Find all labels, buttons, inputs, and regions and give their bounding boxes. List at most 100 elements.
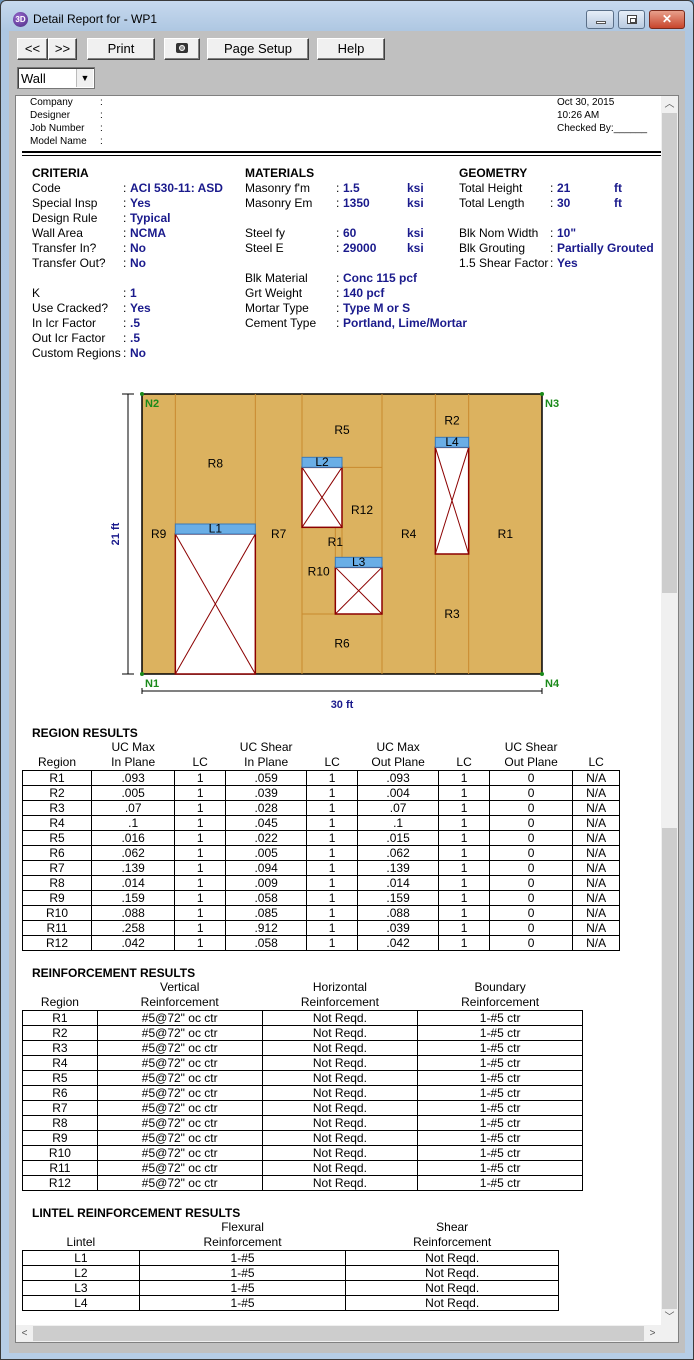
table-cell: #5@72" oc ctr (96, 1085, 263, 1101)
chevron-up-icon[interactable]: ︿ (661, 96, 678, 113)
dropdown-arrow-icon[interactable]: ▼ (76, 69, 93, 87)
table-cell: 0 (488, 800, 574, 816)
table-cell: #5@72" oc ctr (96, 1145, 263, 1161)
chevron-right-icon[interactable]: > (644, 1325, 661, 1342)
chevron-left-icon[interactable]: < (16, 1325, 33, 1342)
print-button[interactable]: Print (87, 38, 155, 60)
region-result-row: R7.139 1.094 1.139 1 0 N/A (21, 860, 620, 876)
vertical-scrollbar[interactable]: ︿ ﹀ (661, 96, 678, 1326)
table-cell: #5@72" oc ctr (96, 1040, 263, 1056)
table-cell: 1-#5 ctr (417, 1010, 583, 1026)
table-cell: 1 (306, 935, 358, 951)
table-cell: R3 (22, 1040, 98, 1056)
table-cell: R2 (22, 1025, 98, 1041)
table-cell: 1 (306, 785, 358, 801)
table-cell: #5@72" oc ctr (96, 1025, 263, 1041)
table-cell: N/A (572, 905, 620, 921)
column-header-top (175, 740, 226, 755)
table-cell: Not Reqd. (261, 1085, 419, 1101)
column-header: Lintel (66, 1235, 96, 1249)
vertical-scroll-track-lower[interactable] (662, 828, 677, 1309)
table-cell: .139 (91, 860, 176, 876)
table-cell: 1 (306, 860, 358, 876)
horizontal-scroll-thumb[interactable] (33, 1326, 644, 1341)
column-header: In Plane (244, 755, 289, 769)
table-cell: #5@72" oc ctr (96, 1010, 263, 1026)
table-cell: 1-#5 ctr (417, 1025, 583, 1041)
table-cell: R1 (22, 1010, 98, 1026)
table-cell: .014 (91, 875, 176, 891)
table-cell: 1 (306, 920, 358, 936)
table-cell: .039 (225, 785, 308, 801)
lintel-results-table: Flexural Shear Lintel Reinforcement Reinforc… (22, 1220, 559, 1311)
next-button[interactable]: >> (48, 38, 77, 60)
table-cell: .014 (356, 875, 440, 891)
page-setup-button[interactable]: Page Setup (207, 38, 309, 60)
node-point (540, 672, 544, 676)
maximize-button[interactable] (618, 10, 645, 29)
help-button[interactable]: Help (317, 38, 385, 60)
lintel-result-row: L4 1-#5 Not Reqd. (22, 1295, 559, 1311)
close-button[interactable]: ✕ (649, 10, 685, 29)
view-select[interactable]: Wall ▼ (17, 67, 95, 89)
vertical-scroll-thumb[interactable] (662, 113, 677, 593)
table-cell: 1 (438, 890, 490, 906)
table-cell: 1-#5 (138, 1280, 347, 1296)
table-cell: R5 (22, 1070, 98, 1086)
region-label: R7 (271, 527, 287, 541)
table-cell: 1 (174, 875, 227, 891)
table-cell: 0 (488, 815, 574, 831)
previous-button[interactable]: << (17, 38, 48, 60)
table-cell: #5@72" oc ctr (96, 1175, 263, 1191)
table-cell: 0 (488, 785, 574, 801)
table-cell: #5@72" oc ctr (96, 1070, 263, 1086)
table-cell: L2 (22, 1265, 140, 1281)
table-cell: 1-#5 ctr (417, 1070, 583, 1086)
snapshot-button[interactable] (164, 38, 200, 60)
table-cell: L3 (22, 1280, 140, 1296)
horizontal-scrollbar[interactable]: < > (16, 1325, 661, 1342)
table-cell: .07 (91, 800, 176, 816)
table-cell: N/A (572, 845, 620, 861)
region-result-row: R2.005 1.039 1.004 1 0 N/A (21, 785, 620, 801)
table-cell: .159 (91, 890, 176, 906)
column-header-top: UC Max (376, 740, 420, 754)
column-header: Reinforcement (203, 1235, 282, 1249)
table-cell: 1-#5 ctr (417, 1100, 583, 1116)
table-cell: 1 (438, 770, 490, 786)
table-cell: .042 (356, 935, 440, 951)
table-cell: R4 (21, 815, 93, 831)
region-result-row: R6.062 1.005 1.062 1 0 N/A (21, 845, 620, 861)
table-cell: .005 (225, 845, 308, 861)
table-cell: 1 (174, 770, 227, 786)
reinforcement-result-row: R6 #5@72" oc ctr Not Reqd. 1-#5 ctr (22, 1085, 583, 1101)
table-cell: .004 (356, 785, 440, 801)
table-cell: R2 (21, 785, 93, 801)
length-dimension-label: 30 ft (331, 699, 354, 711)
minimize-button[interactable] (586, 10, 614, 29)
close-icon: ✕ (661, 12, 673, 26)
table-cell: R4 (22, 1055, 98, 1071)
table-cell: 0 (488, 830, 574, 846)
reinforcement-result-row: R7 #5@72" oc ctr Not Reqd. 1-#5 ctr (22, 1100, 583, 1116)
column-header-top: UC Max (111, 740, 155, 754)
region-result-row: R5.016 1.022 1.015 1 0 N/A (21, 830, 620, 846)
table-cell: .059 (225, 770, 308, 786)
reinforcement-result-row: R3 #5@72" oc ctr Not Reqd. 1-#5 ctr (22, 1040, 583, 1056)
table-cell: 1 (306, 905, 358, 921)
table-cell: #5@72" oc ctr (96, 1115, 263, 1131)
table-cell: 1-#5 (138, 1295, 347, 1311)
table-cell: N/A (572, 920, 620, 936)
table-cell: 1 (306, 815, 358, 831)
table-cell: .07 (356, 800, 440, 816)
column-header-top: Boundary (474, 980, 526, 994)
region-label: R9 (151, 527, 167, 541)
region-label: R4 (401, 527, 417, 541)
table-cell: 0 (488, 770, 574, 786)
table-cell: .094 (225, 860, 308, 876)
table-cell: .028 (225, 800, 308, 816)
table-cell: 1-#5 ctr (417, 1115, 583, 1131)
table-cell: 1 (438, 800, 490, 816)
chevron-down-icon[interactable]: ﹀ (661, 1309, 678, 1326)
table-cell: 0 (488, 845, 574, 861)
